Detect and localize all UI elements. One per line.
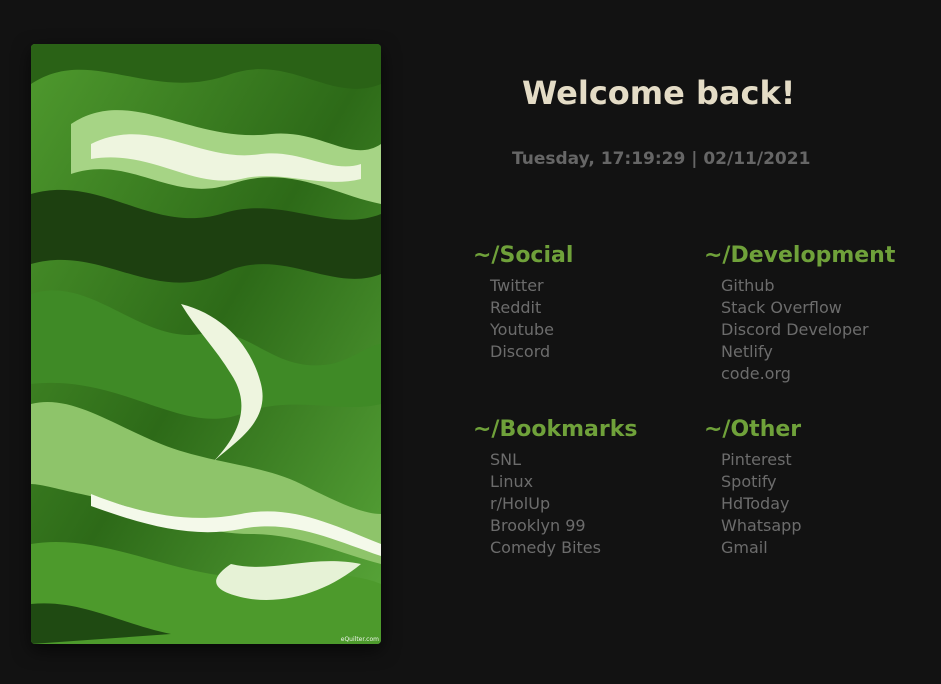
link-r-holup[interactable]: r/HolUp [490,493,693,515]
link-snl[interactable]: SNL [490,449,693,471]
link-whatsapp[interactable]: Whatsapp [721,515,924,537]
link-discord-developer[interactable]: Discord Developer [721,319,924,341]
link-pinterest[interactable]: Pinterest [721,449,924,471]
section-social: ~/Social Twitter Reddit Youtube Discord [473,243,693,363]
section-development: ~/Development Github Stack Overflow Disc… [704,243,924,385]
link-stack-overflow[interactable]: Stack Overflow [721,297,924,319]
link-comedy-bites[interactable]: Comedy Bites [490,537,693,559]
link-list-other: Pinterest Spotify HdToday Whatsapp Gmail [704,449,924,559]
link-list-social: Twitter Reddit Youtube Discord [473,275,693,363]
section-title-social: ~/Social [473,243,574,268]
link-discord[interactable]: Discord [490,341,693,363]
start-page: eQuilter.com Welcome back! Tuesday, 17:1… [0,0,941,684]
link-gmail[interactable]: Gmail [721,537,924,559]
link-hdtoday[interactable]: HdToday [721,493,924,515]
abstract-art-image: eQuilter.com [31,44,381,644]
link-github[interactable]: Github [721,275,924,297]
link-code-org[interactable]: code.org [721,363,924,385]
link-twitter[interactable]: Twitter [490,275,693,297]
link-linux[interactable]: Linux [490,471,693,493]
link-list-bookmarks: SNL Linux r/HolUp Brooklyn 99 Comedy Bit… [473,449,693,559]
link-reddit[interactable]: Reddit [490,297,693,319]
datetime-display: Tuesday, 17:19:29 | 02/11/2021 [512,149,811,169]
link-list-development: Github Stack Overflow Discord Developer … [704,275,924,385]
watermark-text: eQuilter.com [340,636,379,643]
link-spotify[interactable]: Spotify [721,471,924,493]
link-netlify[interactable]: Netlify [721,341,924,363]
section-bookmarks: ~/Bookmarks SNL Linux r/HolUp Brooklyn 9… [473,417,693,559]
section-title-development: ~/Development [704,243,896,268]
section-other: ~/Other Pinterest Spotify HdToday Whatsa… [704,417,924,559]
section-title-other: ~/Other [704,417,802,442]
green-swirl-artwork [31,44,381,644]
link-youtube[interactable]: Youtube [490,319,693,341]
welcome-heading: Welcome back! [522,74,796,112]
link-brooklyn-99[interactable]: Brooklyn 99 [490,515,693,537]
section-title-bookmarks: ~/Bookmarks [473,417,638,442]
